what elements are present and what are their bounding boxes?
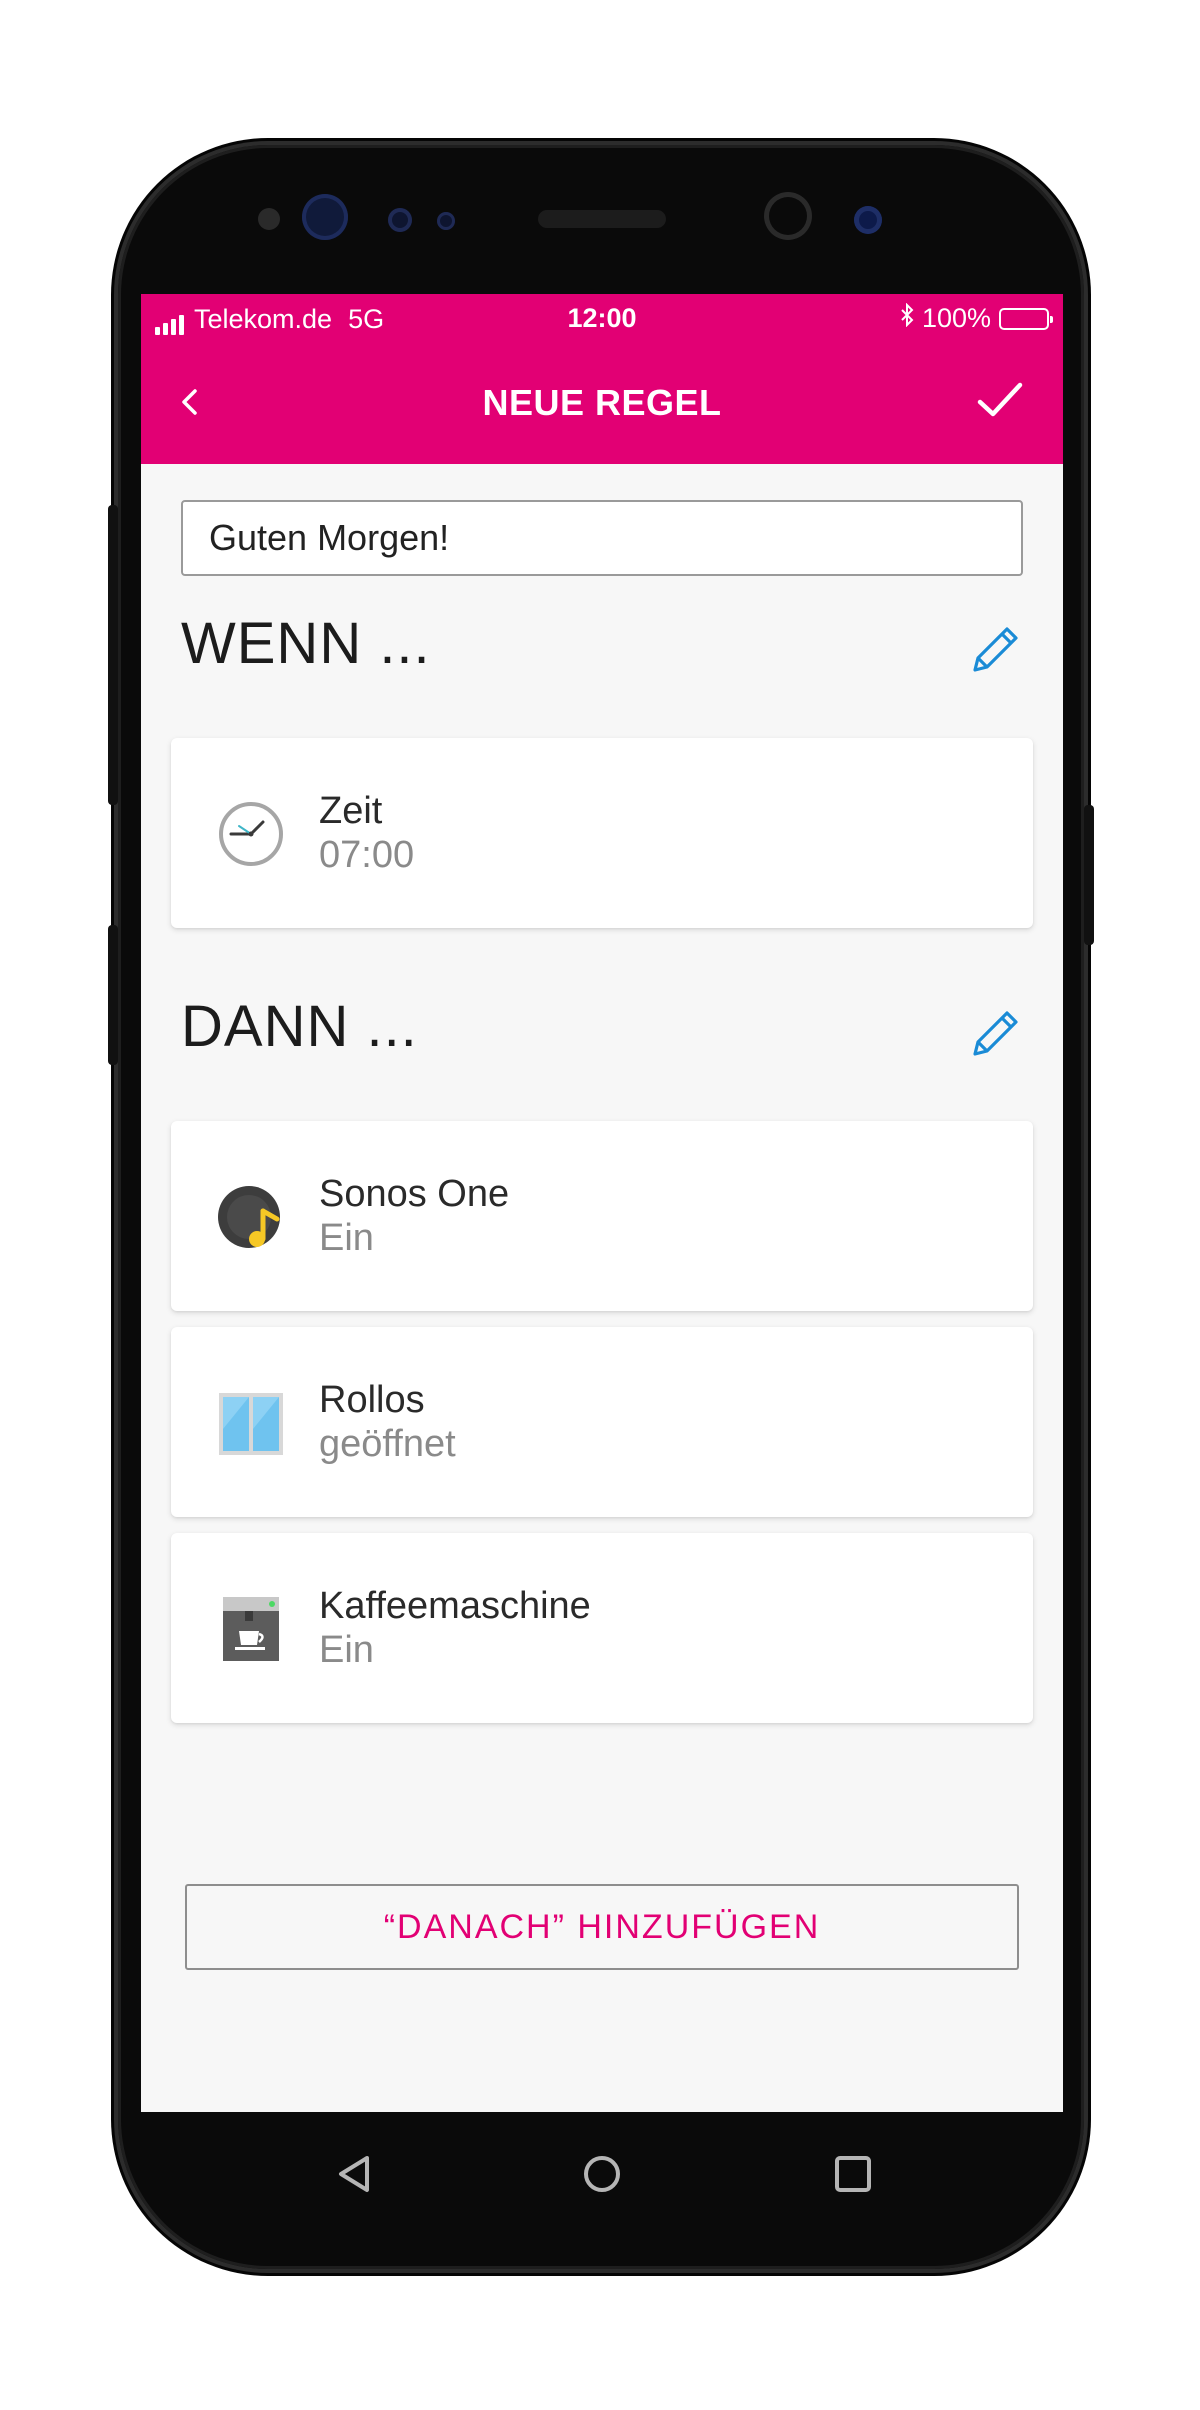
confirm-check-icon[interactable] bbox=[975, 378, 1025, 422]
nav-back-icon[interactable] bbox=[327, 2146, 383, 2202]
window-blinds-icon bbox=[217, 1389, 285, 1457]
power-button bbox=[1084, 805, 1094, 945]
status-right: 100% bbox=[900, 302, 1053, 334]
card-value: Ein bbox=[319, 1629, 374, 1671]
coffee-machine-icon bbox=[217, 1595, 285, 1663]
clock-icon bbox=[217, 800, 285, 868]
proximity-sensor bbox=[854, 206, 882, 234]
card-label: Zeit bbox=[319, 790, 383, 832]
android-nav-bar bbox=[141, 2112, 1063, 2236]
trigger-card-zeit[interactable]: Zeit 07:00 bbox=[171, 738, 1033, 928]
card-label: Sonos One bbox=[319, 1173, 510, 1215]
edit-pencil-icon[interactable] bbox=[967, 620, 1025, 678]
action-card-kaffeemaschine[interactable]: Kaffeemaschine Ein bbox=[171, 1533, 1033, 1723]
card-label: Kaffeemaschine bbox=[319, 1585, 591, 1627]
speaker-music-icon bbox=[217, 1183, 285, 1251]
nav-home-icon[interactable] bbox=[574, 2146, 630, 2202]
edit-pencil-icon[interactable] bbox=[967, 1004, 1025, 1062]
card-value: 07:00 bbox=[319, 834, 415, 876]
battery-percent: 100% bbox=[921, 303, 991, 333]
dann-section-title: DANN ... bbox=[181, 994, 418, 1059]
earpiece bbox=[538, 210, 666, 228]
battery-icon bbox=[999, 307, 1053, 330]
front-camera bbox=[764, 192, 812, 240]
nav-recents-icon[interactable] bbox=[825, 2146, 881, 2202]
status-bar: Telekom.de 5G 12:00 100% bbox=[141, 294, 1063, 344]
sensor-dot bbox=[388, 208, 412, 232]
card-label: Rollos bbox=[319, 1379, 425, 1421]
app-screen: Telekom.de 5G 12:00 100% NEUE REGEL WENN… bbox=[141, 294, 1063, 2112]
bluetooth-icon bbox=[900, 302, 914, 334]
add-danach-button[interactable]: “DANACH” HINZUFÜGEN bbox=[185, 1884, 1019, 1970]
action-card-rollos[interactable]: Rollos geöffnet bbox=[171, 1327, 1033, 1517]
iris-sensor bbox=[302, 194, 348, 240]
sensor-dot bbox=[437, 212, 455, 230]
action-card-sonos[interactable]: Sonos One Ein bbox=[171, 1121, 1033, 1311]
card-value: geöffnet bbox=[319, 1423, 456, 1465]
card-value: Ein bbox=[319, 1217, 374, 1259]
bixby-button bbox=[108, 925, 118, 1065]
volume-button bbox=[108, 505, 118, 805]
rule-name-input[interactable] bbox=[181, 500, 1023, 576]
app-bar: NEUE REGEL bbox=[141, 344, 1063, 464]
wenn-section-title: WENN ... bbox=[181, 611, 431, 676]
page-title: NEUE REGEL bbox=[482, 382, 722, 423]
sensor-dot bbox=[258, 208, 280, 230]
